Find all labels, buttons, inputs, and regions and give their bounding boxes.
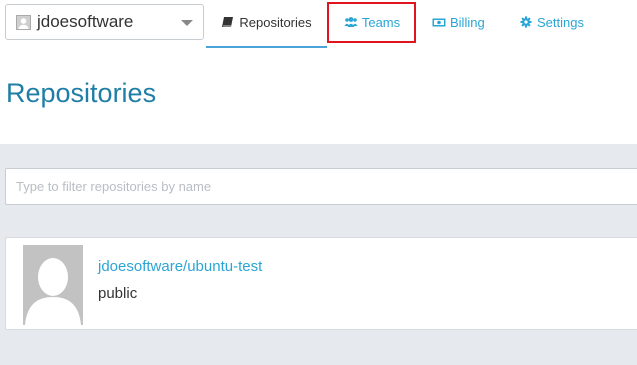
account-selector[interactable]: jdoesoftware bbox=[5, 4, 204, 40]
repositories-content-area: jdoesoftware/ubuntu-test public bbox=[0, 144, 637, 365]
repository-avatar bbox=[23, 245, 83, 325]
users-icon bbox=[344, 17, 358, 27]
tab-teams-label: Teams bbox=[361, 15, 401, 30]
account-name: jdoesoftware bbox=[37, 12, 134, 31]
repository-name-link[interactable]: jdoesoftware/ubuntu-test bbox=[98, 258, 262, 275]
tab-settings[interactable]: Settings bbox=[519, 0, 584, 46]
tab-settings-label: Settings bbox=[537, 15, 584, 30]
repository-visibility: public bbox=[98, 285, 138, 302]
tab-billing-label: Billing bbox=[450, 15, 485, 30]
tab-repositories-label: Repositories bbox=[239, 15, 312, 30]
page-title: Repositories bbox=[6, 78, 157, 108]
tab-billing[interactable]: Billing bbox=[432, 0, 485, 46]
user-avatar-icon bbox=[16, 15, 31, 30]
gear-icon bbox=[520, 16, 532, 28]
repository-list-item[interactable]: jdoesoftware/ubuntu-test public bbox=[5, 237, 637, 330]
tab-repositories[interactable]: Repositories bbox=[206, 0, 327, 48]
repository-filter-input[interactable] bbox=[5, 168, 637, 205]
money-bill-icon bbox=[432, 18, 446, 27]
top-navigation-bar: jdoesoftware Repositories Teams Billing bbox=[0, 0, 637, 48]
book-icon bbox=[222, 17, 234, 27]
chevron-down-icon[interactable] bbox=[181, 20, 193, 26]
tab-teams[interactable]: Teams bbox=[327, 0, 417, 46]
